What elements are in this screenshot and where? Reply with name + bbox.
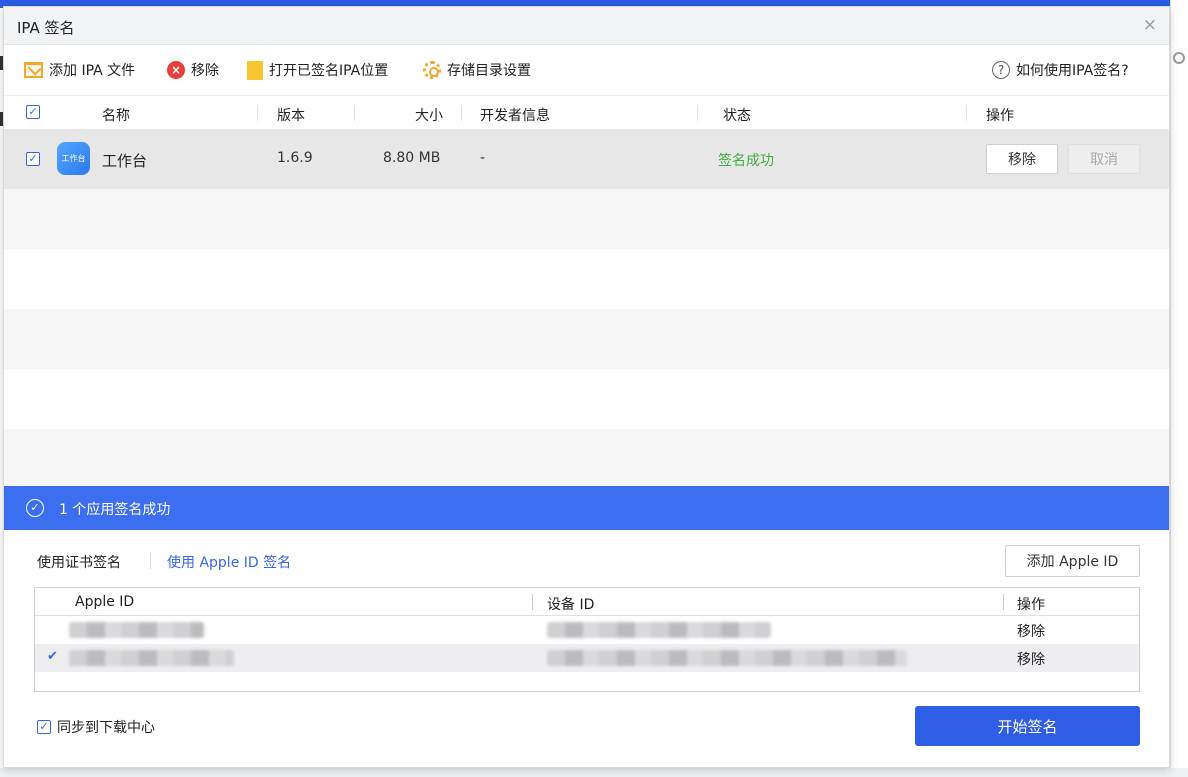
row-checkbox[interactable]: ✓ (26, 152, 40, 166)
open-signed-location-button[interactable]: 打开已签名IPA位置 (247, 60, 388, 80)
tab-divider (150, 553, 151, 569)
sync-download-center-option[interactable]: ✓ 同步到下载中心 (37, 717, 155, 737)
storage-settings-label: 存储目录设置 (447, 63, 531, 79)
add-ipa-label: 添加 IPA 文件 (49, 63, 136, 79)
column-header-developer: 开发者信息 (480, 108, 550, 124)
column-header-status: 状态 (723, 108, 751, 124)
tab-apple-id-sign[interactable]: 使用 Apple ID 签名 (167, 552, 291, 572)
apple-id-remove-link[interactable]: 移除 (1017, 621, 1045, 641)
add-apple-id-button[interactable]: 添加 Apple ID (1005, 545, 1140, 577)
checkmark-icon: ✔ (47, 649, 58, 664)
remove-label: 移除 (191, 63, 219, 79)
empty-row (4, 429, 1169, 486)
host-search-icon[interactable] (1173, 52, 1185, 64)
toolbar: 添加 IPA 文件 × 移除 打开已签名IPA位置 存储目录设置 ? 如何使用I… (4, 45, 1169, 95)
column-header-version: 版本 (277, 108, 305, 124)
apple-id-table: Apple ID 设备 ID 操作 移除 ✔ 移除 (34, 587, 1140, 692)
tab-cert-sign[interactable]: 使用证书签名 (37, 552, 121, 572)
help-icon: ? (992, 61, 1010, 79)
apple-id-table-header: Apple ID 设备 ID 操作 (35, 588, 1139, 616)
empty-row (4, 369, 1169, 429)
select-all-checkbox[interactable]: ✓ (26, 105, 40, 119)
remove-icon: × (167, 61, 185, 79)
app-version: 1.6.9 (277, 150, 313, 166)
apple-id-row[interactable]: ✔ 移除 (35, 644, 1139, 672)
close-icon[interactable]: × (1143, 15, 1157, 35)
dialog-title: IPA 签名 (17, 19, 75, 37)
sync-label: 同步到下载中心 (57, 720, 155, 736)
gear-icon (423, 61, 441, 79)
row-remove-button[interactable]: 移除 (986, 144, 1058, 174)
folder-add-icon (24, 62, 43, 78)
start-sign-button[interactable]: 开始签名 (915, 706, 1140, 746)
table-header: ✓ 名称 版本 大小 开发者信息 状态 操作 (4, 95, 1169, 129)
open-signed-label: 打开已签名IPA位置 (269, 63, 389, 79)
remove-button[interactable]: × 移除 (167, 60, 219, 80)
redacted-apple-id (69, 622, 204, 638)
dialog-titlebar: IPA 签名 × (4, 7, 1169, 45)
help-link[interactable]: ? 如何使用IPA签名? (992, 60, 1129, 80)
row-cancel-button[interactable]: 取消 (1068, 144, 1140, 174)
check-circle-icon: ✓ (26, 499, 44, 517)
column-divider (697, 105, 698, 121)
column-header-size: 大小 (415, 108, 443, 124)
app-developer: - (480, 150, 486, 166)
column-divider (1003, 594, 1004, 610)
column-divider (532, 594, 533, 610)
column-header-action: 操作 (1017, 597, 1045, 613)
app-size: 8.80 MB (383, 150, 441, 166)
column-divider (257, 105, 258, 121)
sync-checkbox[interactable]: ✓ (37, 720, 51, 734)
storage-settings-button[interactable]: 存储目录设置 (423, 60, 531, 80)
column-header-action: 操作 (986, 108, 1014, 124)
add-ipa-button[interactable]: 添加 IPA 文件 (24, 60, 135, 80)
host-app-sidebar (1170, 0, 1188, 777)
table-row[interactable]: ✓ 工作台 工作台 1.6.9 8.80 MB - 签名成功 移除 取消 (4, 129, 1169, 189)
column-divider (966, 105, 967, 121)
redacted-apple-id (69, 650, 234, 666)
help-label: 如何使用IPA签名? (1016, 63, 1129, 79)
empty-row (4, 189, 1169, 249)
apple-id-row[interactable]: 移除 (35, 616, 1139, 644)
apple-id-remove-link[interactable]: 移除 (1017, 649, 1045, 669)
column-divider (461, 105, 462, 121)
empty-row (4, 249, 1169, 309)
host-app-footer (0, 768, 1188, 777)
ipa-sign-dialog: IPA 签名 × 添加 IPA 文件 × 移除 打开已签名IPA位置 存储目录设… (3, 6, 1170, 768)
app-icon: 工作台 (57, 142, 90, 175)
redacted-device-id (547, 650, 907, 666)
app-name: 工作台 (102, 152, 148, 170)
empty-row (4, 309, 1169, 369)
redacted-device-id (547, 622, 771, 638)
column-header-name: 名称 (102, 108, 130, 124)
success-banner: ✓ 1 个应用签名成功 (4, 486, 1169, 530)
folder-open-icon (247, 60, 263, 80)
column-header-device-id: 设备 ID (547, 597, 595, 613)
column-header-apple-id: Apple ID (75, 594, 135, 610)
column-divider (354, 105, 355, 121)
sign-status: 签名成功 (718, 153, 774, 169)
banner-text: 1 个应用签名成功 (59, 502, 171, 518)
